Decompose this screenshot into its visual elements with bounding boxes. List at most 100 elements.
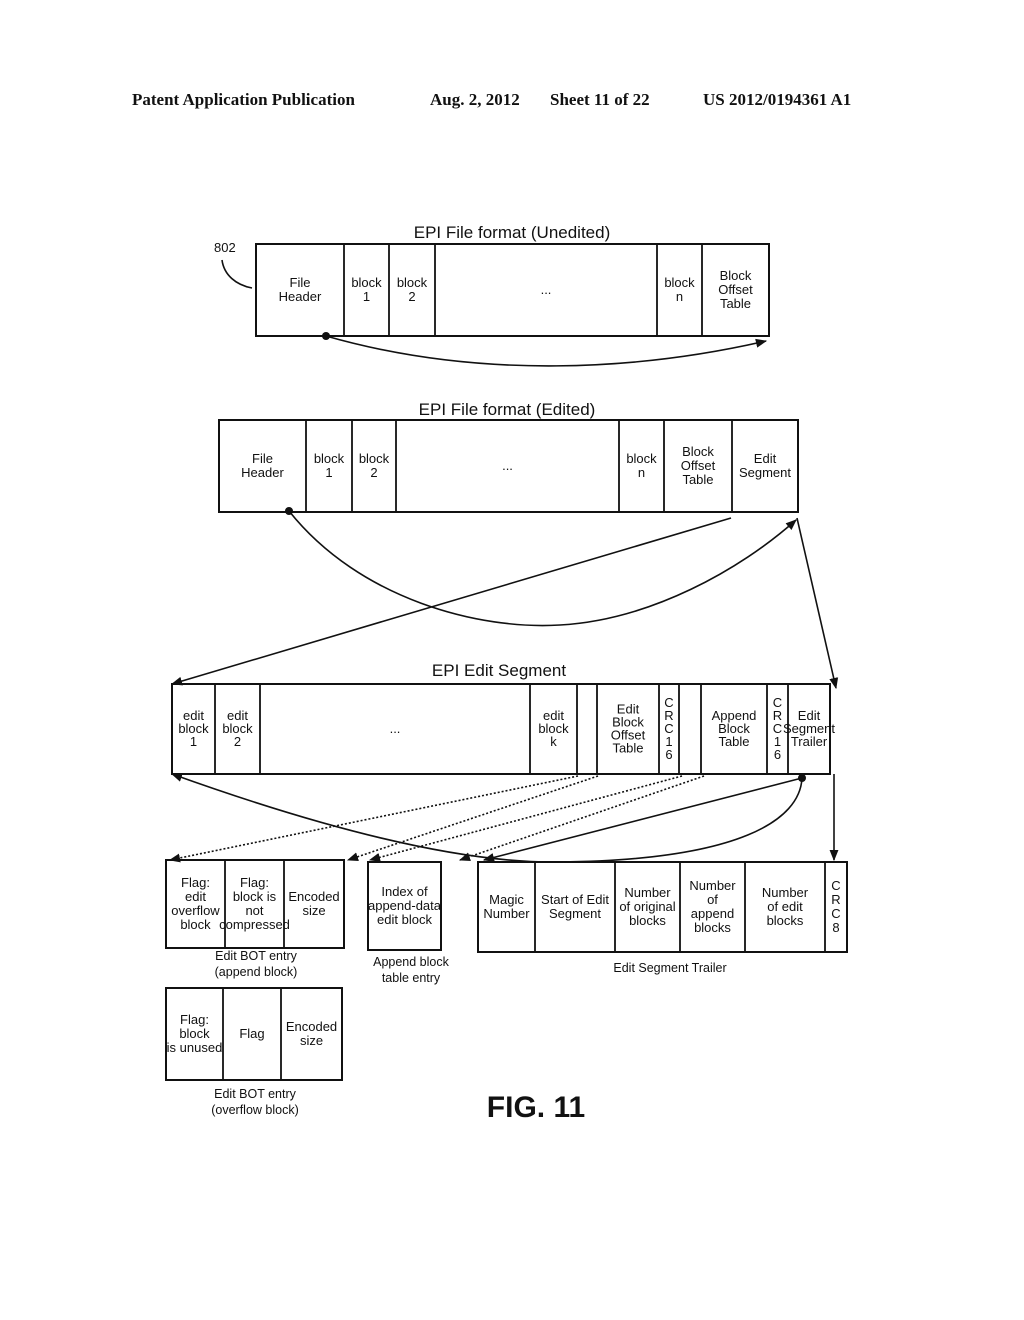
trailer-to-segment-start-arrow: [170, 773, 803, 863]
cell-label: 1: [363, 289, 370, 304]
cell-label: Trailer: [791, 734, 828, 749]
cell-label: Table: [718, 734, 749, 749]
cell-label: Start of Edit: [541, 892, 609, 907]
cell-label: File: [252, 451, 273, 466]
cell-label: 1: [190, 734, 197, 749]
cell-label: Segment: [739, 465, 791, 480]
cell-label: 6: [665, 747, 672, 762]
cell-label: block: [180, 917, 211, 932]
edited-header-to-segment-arrow: [288, 510, 797, 627]
cell-label: C: [831, 906, 840, 921]
cell-label: of: [707, 892, 718, 907]
cell-label: of edit: [767, 899, 803, 914]
cell-label: blocks: [694, 920, 731, 935]
edited-title: EPI File format (Edited): [419, 400, 596, 419]
cell-label: not: [245, 903, 263, 918]
cell-label: edit block: [377, 912, 432, 927]
ref-label-802: 802: [214, 240, 236, 255]
cell-label: k: [550, 734, 557, 749]
cell-label: block: [359, 451, 390, 466]
append-entry-row: Index ofappend-dataedit block: [367, 861, 442, 951]
cell-label: Offset: [718, 282, 753, 297]
bot-entry-dotted-arrow-2: [346, 775, 599, 862]
cell-label: Number: [624, 885, 671, 900]
cell-label: of original: [619, 899, 675, 914]
cell-label: size: [302, 903, 325, 918]
cell-label: compressed: [219, 917, 290, 932]
cell-label: Flag: [239, 1026, 264, 1041]
cell-label: Flag:: [240, 875, 269, 890]
bot-entry-dotted-arrow-1: [168, 775, 579, 863]
cell-label: Magic: [489, 892, 524, 907]
append-entry-dotted-arrow-2: [458, 775, 705, 861]
cell-label: size: [300, 1033, 323, 1048]
cell-label: Flag:: [180, 1012, 209, 1027]
cell-label: block: [314, 451, 345, 466]
bot-overflow-caption: Edit BOT entry: [214, 1087, 296, 1101]
cell-label: is unused: [167, 1040, 223, 1055]
cell-label: 8: [832, 920, 839, 935]
trailer-caption: Edit Segment Trailer: [613, 961, 726, 975]
cell-label: append: [691, 906, 734, 921]
bot-overflow-row: Flag:blockis unused Flag Encodedsize: [165, 987, 343, 1081]
cell-label: R: [831, 892, 840, 907]
bot-overflow-caption: (overflow block): [211, 1103, 299, 1117]
figure-diagram: EPI File format (Unedited) EPI File form…: [165, 223, 848, 1124]
cell-label: block: [626, 451, 657, 466]
cell-label: blocks: [629, 913, 666, 928]
cell-label: append-data: [368, 898, 442, 913]
edit-segment-row: editblock1editblock2...editblockkEditBlo…: [171, 683, 835, 775]
append-entry-caption: Append block: [373, 955, 450, 969]
cell-label: overflow: [171, 903, 220, 918]
cell-label: Table: [682, 472, 713, 487]
cell-label: Header: [241, 465, 284, 480]
cell-label: Header: [279, 289, 322, 304]
unedited-header-to-bot-arrow: [325, 335, 768, 367]
cell-label: Index of: [381, 884, 428, 899]
bot-append-row: Flag:editoverflowblockFlag:block isnotco…: [165, 859, 345, 949]
edit-segment-title: EPI Edit Segment: [432, 661, 566, 680]
cell-label: block: [397, 275, 428, 290]
cell-label: File: [290, 275, 311, 290]
cell-label: Encoded: [288, 889, 339, 904]
cell-label: ...: [390, 721, 401, 736]
cell-label: block is: [233, 889, 277, 904]
cell-label: n: [676, 289, 683, 304]
unedited-frame: [255, 243, 770, 337]
edited-row: FileHeaderblock1block2... blocknBlockOffs…: [218, 419, 799, 513]
cell-label: 2: [408, 289, 415, 304]
unedited-title: EPI File format (Unedited): [414, 223, 611, 242]
figure-label: FIG. 11: [487, 1091, 585, 1124]
cell-label: Block: [682, 444, 714, 459]
cell-label: C: [831, 878, 840, 893]
cell-label: block: [179, 1026, 210, 1041]
cell-label: Number: [762, 885, 809, 900]
cell-label: 2: [234, 734, 241, 749]
trailer-row: MagicNumberStart of EditSegmentNumberof …: [477, 861, 848, 953]
cell-label: Number: [483, 906, 530, 921]
cell-label: Table: [720, 296, 751, 311]
cell-label: edit: [185, 889, 206, 904]
bot-append-caption: Edit BOT entry: [215, 949, 297, 963]
bot-append-caption: (append block): [215, 965, 298, 979]
cell-label: Block: [720, 268, 752, 283]
cell-label: Flag:: [181, 875, 210, 890]
append-entry-dotted-arrow-1: [368, 775, 683, 862]
bot-to-edit-segment-start-arrow: [170, 517, 732, 686]
cell-label: ...: [541, 282, 552, 297]
cell-label: Edit: [754, 451, 777, 466]
append-entry-caption: table entry: [382, 971, 441, 985]
cell-label: blocks: [767, 913, 804, 928]
cell-label: 2: [370, 465, 377, 480]
cell-label: n: [638, 465, 645, 480]
cell-label: 1: [325, 465, 332, 480]
cell-label: ...: [502, 458, 513, 473]
cell-label: Offset: [681, 458, 716, 473]
segment-end-arrow: [796, 517, 839, 690]
cell-label: 6: [774, 747, 781, 762]
cell-label: Number: [689, 878, 736, 893]
ref-leader-line: [221, 259, 253, 289]
trailer-to-trailer-struct-arrow: [482, 777, 803, 862]
cell-label: Encoded: [286, 1019, 337, 1034]
unedited-row: FileHeaderblock1block2... blocknBlockOffs…: [255, 243, 770, 337]
